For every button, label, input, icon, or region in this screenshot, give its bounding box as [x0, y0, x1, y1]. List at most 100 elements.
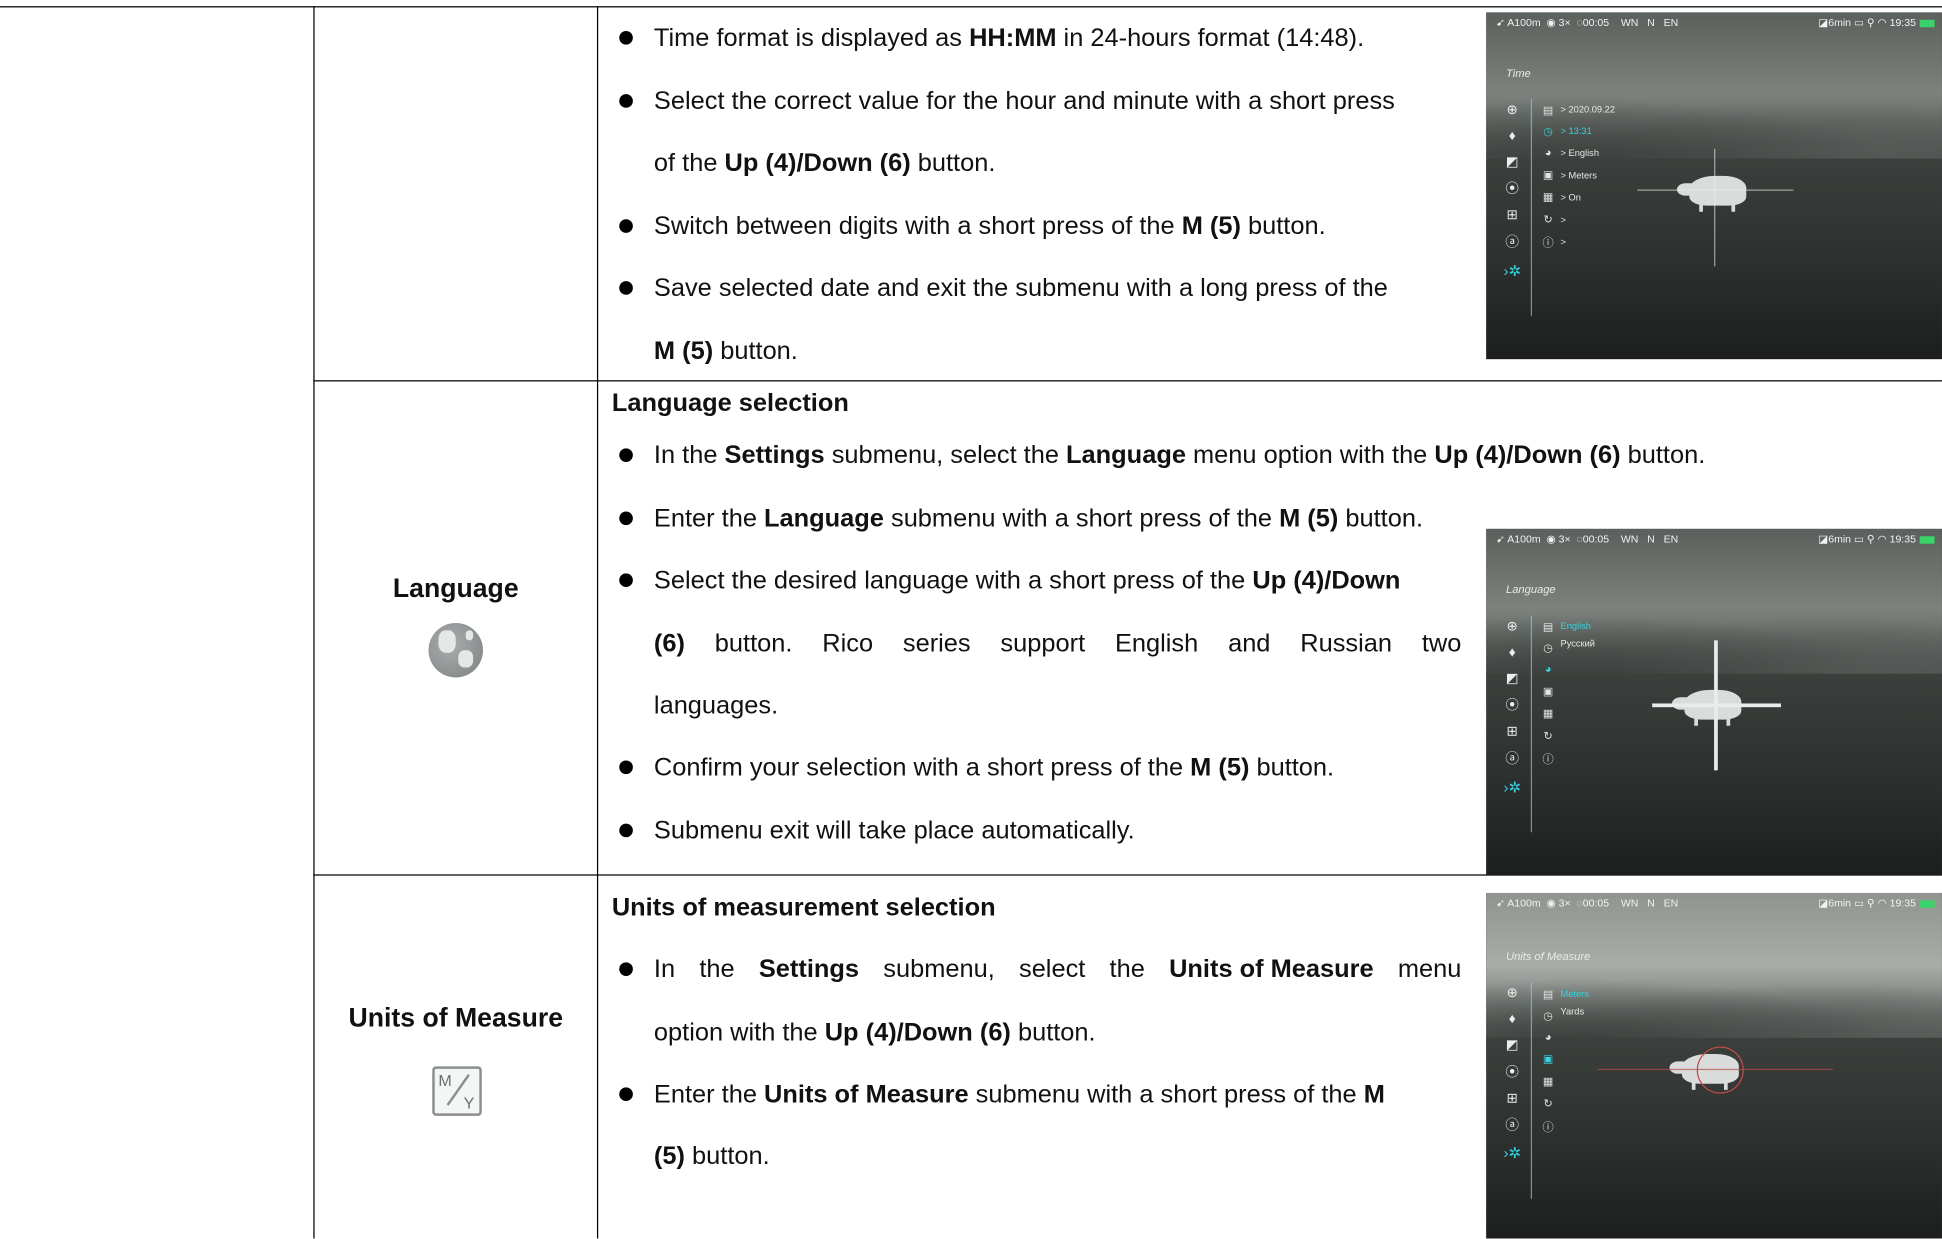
units-icon: ▣ — [1542, 684, 1554, 698]
menu-option: > Meters — [1560, 169, 1597, 181]
timeout-icon: ◪ — [1818, 532, 1829, 545]
timeout-icon: ◪ — [1818, 16, 1829, 29]
globe-icon: ◕ — [1544, 662, 1552, 675]
table-top-border — [0, 6, 1942, 8]
time-bullet-4: Save selected date and exit the submenu … — [653, 273, 1388, 303]
units-icon: ▣ — [1542, 1052, 1554, 1066]
time-bullet-2-cont: of the Up (4)/Down (6) button. — [653, 148, 996, 178]
plus-box-icon: ⊞ — [1506, 1091, 1518, 1106]
column-divider-2 — [596, 6, 599, 1239]
units-bullet-2: Enter the Units of Measure submenu with … — [653, 1079, 1385, 1109]
boar-leg — [1731, 200, 1736, 212]
bullet — [619, 962, 633, 976]
units-bullet-2-cont: (5) button. — [653, 1141, 770, 1171]
microphone-icon: ♦ — [1508, 645, 1516, 661]
column-divider-1 — [313, 6, 315, 1239]
display-icon: ▦ — [1542, 190, 1554, 204]
reset-icon: ↻ — [1543, 213, 1553, 226]
units-icon: ▣ — [1542, 168, 1554, 181]
bullet — [619, 281, 633, 295]
bullet — [619, 760, 633, 775]
menu-option: > English — [1560, 147, 1599, 159]
time-menu-screenshot: ➹ A100m ◉ 3× ◌00:05 WN N EN ◪6min ▭ ⚲ ◠ … — [1486, 12, 1942, 360]
info-icon: ⓘ — [1542, 236, 1554, 249]
menu-title: Units of Measure — [1506, 949, 1591, 963]
status-bar: ➹ A100m ◉ 3× ◌00:05 WN N EN ◪6min ▭ ⚲ ◠ … — [1486, 12, 1942, 34]
menu-option: > On — [1560, 191, 1581, 204]
bullet — [619, 511, 633, 526]
status-bar: ➹ A100m ◉ 3× ◌00:05 WN N EN ◪6min ▭ ⚲ ◠ … — [1486, 893, 1942, 915]
target-icon: ⦿ — [1505, 1065, 1520, 1080]
reset-icon: ↻ — [1543, 1097, 1553, 1110]
menu-option: > — [1560, 214, 1566, 226]
crosshair-icon: ⊕ — [1506, 102, 1518, 118]
row-divider-1 — [313, 380, 1942, 382]
target-icon: ⦿ — [1505, 182, 1520, 197]
menu-line — [1530, 982, 1533, 1199]
microphone-icon: ♦ — [1508, 128, 1516, 144]
units-heading: Units of measurement selection — [611, 892, 996, 922]
row-divider-2 — [313, 874, 1942, 876]
menu-option: > 2020.09.22 — [1560, 104, 1616, 116]
row-label-units: Units of Measure — [348, 1003, 564, 1033]
bullet — [619, 573, 633, 588]
menu-option: English — [1560, 620, 1591, 632]
auto-icon: ⓐ — [1505, 1118, 1520, 1134]
boar-leg — [1699, 200, 1703, 212]
microphone-icon: ♦ — [1508, 1011, 1516, 1027]
info-icon: ⓘ — [1542, 753, 1554, 766]
language-bullet-3: Select the desired language with a short… — [653, 565, 1401, 595]
bullet — [619, 30, 633, 45]
battery-icon — [1919, 900, 1935, 908]
menu-title: Language — [1506, 583, 1556, 596]
time-bullet-2: Select the correct value for the hour an… — [653, 86, 1395, 116]
language-bullet-2: Enter the Language submenu with a short … — [653, 504, 1424, 533]
globe-icon — [428, 622, 484, 678]
globe-icon: ◕ — [1544, 146, 1552, 159]
crosshair-icon: ⊕ — [1506, 985, 1518, 1001]
display-icon: ▦ — [1542, 707, 1554, 720]
wind-icon: ➹ — [1496, 896, 1508, 910]
language-bullet-4: Confirm your selection with a short pres… — [653, 753, 1335, 782]
clock-icon: ◷ — [1543, 125, 1553, 138]
language-heading: Language selection — [611, 388, 849, 418]
language-bullet-5: Submenu exit will take place automatical… — [653, 816, 1135, 845]
plus-box-icon: ⊞ — [1506, 724, 1518, 740]
units-bullet-1-cont: option with the Up (4)/Down (6) button. — [653, 1018, 1096, 1047]
units-bullet-1: In the Settings submenu, select the Units of M… — [653, 954, 1462, 984]
time-bullet-4-cont: M (5) button. — [653, 336, 798, 366]
units-icon: MY — [432, 1066, 482, 1116]
bullet — [619, 823, 633, 838]
menu-option: Meters — [1560, 988, 1589, 1000]
menu-option: Русский — [1560, 637, 1595, 649]
units-menu-screenshot: ➹ A100m ◉ 3× ◌00:05 WN N EN ◪6min ▭ ⚲ ◠ … — [1486, 892, 1942, 1239]
globe-icon: ◕ — [1544, 1030, 1552, 1043]
time-bullet-3: Switch between digits with a short press… — [653, 211, 1326, 241]
display-icon: ◩ — [1505, 1037, 1519, 1053]
range-line — [1597, 1068, 1833, 1071]
menu-line — [1530, 615, 1533, 833]
boar-leg — [1691, 1078, 1696, 1090]
wind-icon: ➹ — [1496, 16, 1508, 29]
gear-icon: ›✲ — [1503, 262, 1521, 280]
boar-leg — [1694, 714, 1698, 726]
info-icon: ⓘ — [1542, 1120, 1554, 1134]
battery-icon — [1919, 535, 1935, 544]
bullet — [619, 94, 633, 108]
calendar-icon: ▤ — [1542, 104, 1554, 117]
bullet — [619, 1087, 633, 1102]
status-bar: ➹ A100m ◉ 3× ◌00:05 WN N EN ◪6min ▭ ⚲ ◠ … — [1486, 529, 1942, 551]
language-bullet-1: In the Settings submenu, select the Lang… — [653, 440, 1706, 470]
eye-icon: ◉ — [1546, 896, 1556, 910]
display-icon: ◩ — [1505, 671, 1519, 687]
bullet — [619, 219, 633, 233]
language-bullet-3-end: languages. — [653, 691, 779, 720]
menu-option: > 13:31 — [1560, 125, 1592, 137]
gear-icon: ›✲ — [1503, 779, 1521, 797]
plus-box-icon: ⊞ — [1506, 208, 1518, 223]
menu-option: Yards — [1560, 1005, 1585, 1017]
crosshair-icon: ⊕ — [1506, 619, 1518, 635]
boar-leg — [1726, 714, 1731, 726]
language-bullet-3-cont: (6) button. Rico series support English and Rus… — [653, 629, 1462, 658]
reset-icon: ↻ — [1543, 729, 1553, 742]
